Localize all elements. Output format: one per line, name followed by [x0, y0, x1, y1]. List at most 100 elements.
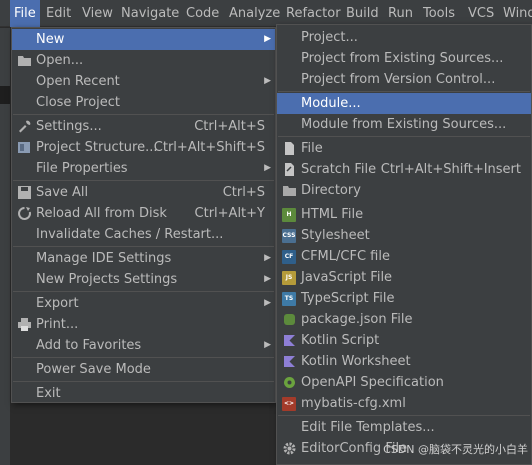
file-menu-manage-ide-settings[interactable]: Manage IDE Settings ▶ — [12, 248, 275, 269]
invalidate-caches-label: Invalidate Caches / Restart... — [36, 227, 224, 242]
file-menu-new[interactable]: New ▶ — [12, 29, 275, 50]
scratch-file-icon — [282, 162, 297, 177]
file-menu-reload[interactable]: Reload All from Disk Ctrl+Alt+Y — [12, 203, 275, 224]
menu-analyze[interactable]: Analyze — [229, 0, 280, 27]
file-menu-export[interactable]: Export ▶ — [12, 293, 275, 314]
submenu-arrow-icon: ▶ — [264, 76, 271, 86]
new-module-existing-sources[interactable]: Module from Existing Sources... — [277, 114, 531, 135]
menu-file-label: File — [14, 6, 36, 21]
new-project[interactable]: Project... — [277, 27, 531, 48]
new-mybatis-cfg[interactable]: <> mybatis-cfg.xml — [277, 393, 531, 414]
file-menu-add-to-favorites[interactable]: Add to Favorites ▶ — [12, 335, 275, 356]
file-menu-print[interactable]: Print... — [12, 314, 275, 335]
file-menu-file-properties[interactable]: File Properties ▶ — [12, 158, 275, 179]
file-menu-close-project[interactable]: Close Project — [12, 92, 275, 113]
new-stylesheet[interactable]: CSS Stylesheet — [277, 225, 531, 246]
new-html-file[interactable]: H HTML File — [277, 204, 531, 225]
open-label: Open... — [36, 53, 84, 68]
new-package-json[interactable]: package.json File — [277, 309, 531, 330]
file-properties-label: File Properties — [36, 161, 128, 176]
menu-navigate[interactable]: Navigate — [121, 0, 179, 27]
new-directory-label: Directory — [301, 183, 361, 198]
menu-separator — [13, 246, 274, 247]
edit-file-templates[interactable]: Edit File Templates... — [277, 417, 531, 438]
new-stylesheet-label: Stylesheet — [301, 228, 370, 243]
menu-code[interactable]: Code — [186, 0, 219, 27]
menu-separator — [13, 114, 274, 115]
file-menu-new-projects-settings[interactable]: New Projects Settings ▶ — [12, 269, 275, 290]
new-kotlin-worksheet[interactable]: Kotlin Worksheet — [277, 351, 531, 372]
new-javascript-file[interactable]: JS JavaScript File — [277, 267, 531, 288]
file-menu-exit[interactable]: Exit — [12, 383, 275, 404]
new-project-existing-sources-label: Project from Existing Sources... — [301, 51, 504, 66]
file-menu-open-recent[interactable]: Open Recent ▶ — [12, 71, 275, 92]
reload-shortcut: Ctrl+Alt+Y — [194, 206, 265, 221]
file-menu-save-all[interactable]: Save All Ctrl+S — [12, 182, 275, 203]
watermark: CSDN @脑袋不灵光的小白羊 — [383, 443, 528, 456]
new-cfml-file[interactable]: CF CFML/CFC file — [277, 246, 531, 267]
file-menu-power-save-mode[interactable]: Power Save Mode — [12, 359, 275, 380]
css-file-icon: CSS — [282, 229, 296, 243]
new-scratch-file-label: Scratch File — [301, 162, 377, 177]
new-kotlin-script-label: Kotlin Script — [301, 333, 380, 348]
menu-refactor[interactable]: Refactor — [286, 0, 341, 27]
new-module[interactable]: Module... — [277, 93, 531, 114]
new-scratch-file[interactable]: Scratch File Ctrl+Alt+Shift+Insert — [277, 159, 531, 180]
print-label: Print... — [36, 317, 79, 332]
html-file-icon: H — [282, 208, 296, 222]
new-html-file-label: HTML File — [301, 207, 364, 222]
save-all-shortcut: Ctrl+S — [222, 185, 265, 200]
submenu-arrow-icon: ▶ — [264, 340, 271, 350]
power-save-mode-label: Power Save Mode — [36, 362, 151, 377]
new-openapi-spec-label: OpenAPI Specification — [301, 375, 444, 390]
new-project-label: Project... — [301, 30, 358, 45]
refresh-icon — [17, 206, 32, 221]
new-kotlin-script[interactable]: Kotlin Script — [277, 330, 531, 351]
new-label: New — [36, 32, 65, 47]
cfml-file-icon: CF — [282, 250, 296, 264]
menu-separator — [278, 415, 530, 416]
new-project-existing-sources[interactable]: Project from Existing Sources... — [277, 48, 531, 69]
new-file[interactable]: File — [277, 138, 531, 159]
menu-run[interactable]: Run — [388, 0, 413, 27]
kotlin-icon — [282, 333, 297, 348]
file-menu-project-structure[interactable]: Project Structure... Ctrl+Alt+Shift+S — [12, 137, 275, 158]
file-menu-invalidate-caches[interactable]: Invalidate Caches / Restart... — [12, 224, 275, 245]
manage-ide-settings-label: Manage IDE Settings — [36, 251, 172, 266]
new-project-vcs[interactable]: Project from Version Control... — [277, 69, 531, 90]
exit-label: Exit — [36, 386, 61, 401]
menu-build[interactable]: Build — [346, 0, 379, 27]
project-structure-icon — [17, 140, 32, 155]
file-menu-settings[interactable]: Settings... Ctrl+Alt+S — [12, 116, 275, 137]
menu-tools[interactable]: Tools — [423, 0, 455, 27]
typescript-file-icon: TS — [282, 292, 296, 306]
menu-window[interactable]: Window — [503, 0, 532, 27]
new-module-existing-sources-label: Module from Existing Sources... — [301, 117, 507, 132]
menu-separator — [13, 381, 274, 382]
menu-file[interactable]: File — [10, 0, 40, 27]
new-directory[interactable]: Directory — [277, 180, 531, 201]
openapi-icon — [282, 375, 297, 390]
menu-vcs[interactable]: VCS — [468, 0, 494, 27]
editor-tab-strip — [0, 86, 10, 104]
save-all-label: Save All — [36, 185, 89, 200]
menu-edit[interactable]: Edit — [46, 0, 71, 27]
printer-icon — [17, 317, 32, 332]
file-menu-open[interactable]: Open... — [12, 50, 275, 71]
new-typescript-file[interactable]: TS TypeScript File — [277, 288, 531, 309]
new-module-label: Module... — [301, 96, 361, 111]
new-cfml-file-label: CFML/CFC file — [301, 249, 390, 264]
wrench-icon — [17, 119, 32, 134]
reload-label: Reload All from Disk — [36, 206, 167, 221]
new-file-label: File — [301, 141, 323, 156]
new-openapi-spec[interactable]: OpenAPI Specification — [277, 372, 531, 393]
menu-view[interactable]: View — [82, 0, 113, 27]
submenu-arrow-icon: ▶ — [264, 34, 271, 44]
folder-icon — [282, 183, 297, 198]
file-icon — [282, 141, 297, 156]
project-structure-label: Project Structure... — [36, 140, 158, 155]
new-projects-settings-label: New Projects Settings — [36, 272, 178, 287]
open-recent-label: Open Recent — [36, 74, 120, 89]
add-to-favorites-label: Add to Favorites — [36, 338, 142, 353]
menu-separator — [13, 357, 274, 358]
